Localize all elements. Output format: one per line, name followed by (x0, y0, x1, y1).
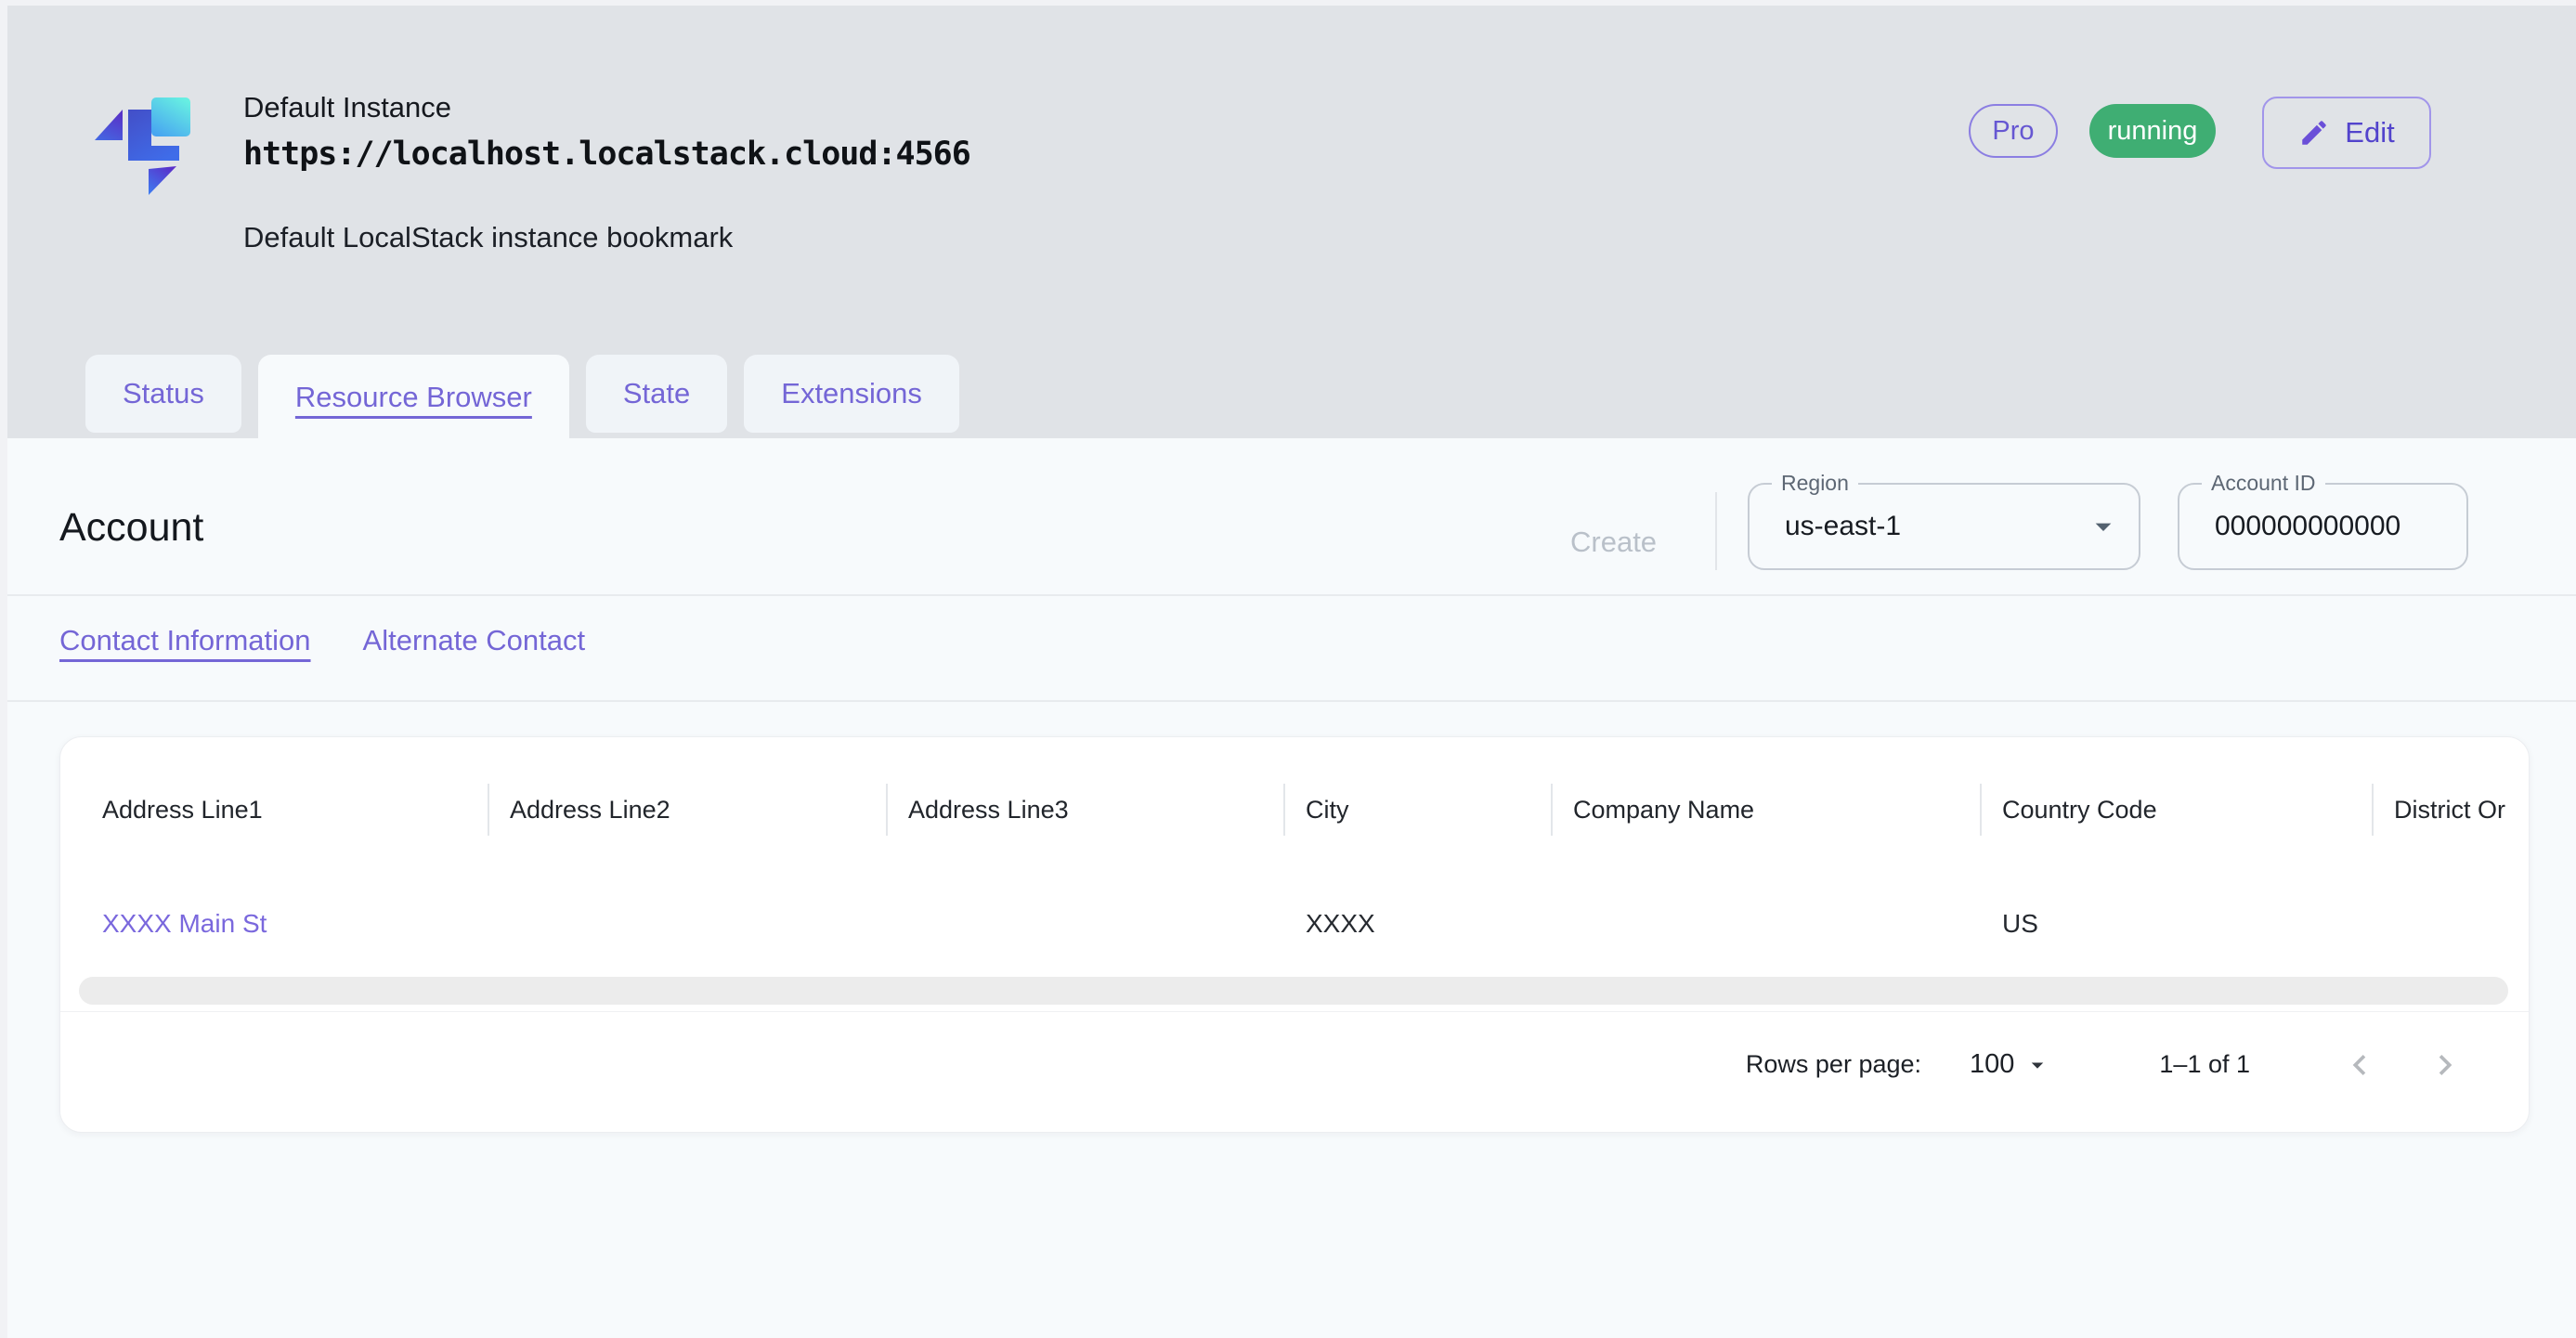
cell-country-code: US (1980, 895, 2372, 953)
column-separator (1283, 784, 1285, 836)
create-button[interactable]: Create (1570, 526, 1657, 559)
instance-description: Default LocalStack instance bookmark (243, 221, 733, 254)
chevron-right-icon (2425, 1045, 2465, 1085)
table-pagination: Rows per page: 100 1–1 of 1 (60, 1005, 2529, 1124)
region-select[interactable]: Region us-east-1 (1748, 483, 2140, 570)
column-separator (2372, 784, 2374, 836)
column-separator (488, 784, 489, 836)
column-header-district-or[interactable]: District Or (2372, 782, 2530, 838)
column-separator (1980, 784, 1982, 836)
contact-information-table-card: Address Line1 Address Line2 Address Line… (59, 736, 2530, 1133)
edit-button-label: Edit (2345, 116, 2394, 149)
toolbar-divider (1715, 492, 1717, 570)
edit-instance-button[interactable]: Edit (2262, 97, 2431, 169)
column-header-address-line3[interactable]: Address Line3 (886, 782, 1283, 838)
cell-city: XXXX (1283, 895, 1551, 953)
tab-resource-browser[interactable]: Resource Browser (258, 355, 569, 440)
account-id-field[interactable]: Account ID 000000000000 (2178, 483, 2468, 570)
subtab-alternate-contact[interactable]: Alternate Contact (363, 617, 586, 665)
column-header-address-line2[interactable]: Address Line2 (488, 782, 886, 838)
column-header-address-line1[interactable]: Address Line1 (60, 782, 488, 838)
rows-per-page-value: 100 (1970, 1049, 2014, 1080)
arrow-drop-down-icon (2023, 1051, 2051, 1079)
tab-status[interactable]: Status (85, 355, 241, 433)
localstack-instance-page: Default Instance https://localhost.local… (0, 0, 2576, 1338)
chevron-left-icon (2339, 1045, 2380, 1085)
cell-address-line1-link[interactable]: XXXX Main St (60, 895, 488, 953)
pro-badge: Pro (1969, 104, 2058, 158)
account-subtab-bar: Contact Information Alternate Contact (59, 617, 585, 665)
next-page-button[interactable] (2421, 1041, 2469, 1089)
cell-company-name (1551, 895, 1980, 953)
instance-tab-bar: Status Resource Browser State Extensions (85, 355, 959, 440)
column-header-country-code[interactable]: Country Code (1980, 782, 2372, 838)
status-badge: running (2089, 104, 2216, 158)
divider-subtabs (7, 700, 2576, 702)
rows-per-page-select[interactable]: 100 (1970, 1049, 2051, 1080)
arrow-drop-down-icon (2085, 508, 2122, 545)
column-header-company-name[interactable]: Company Name (1551, 782, 1980, 838)
tab-state[interactable]: State (586, 355, 727, 433)
cell-address-line2 (488, 895, 886, 953)
column-header-city[interactable]: City (1283, 782, 1551, 838)
tab-extensions[interactable]: Extensions (744, 355, 959, 433)
horizontal-scrollbar[interactable] (79, 977, 2508, 1005)
account-id-value: 000000000000 (2215, 485, 2400, 568)
instance-endpoint-url: https://localhost.localstack.cloud:4566 (243, 136, 970, 173)
pagination-range-label: 1–1 of 1 (2159, 1050, 2250, 1079)
localstack-logo-icon (88, 88, 218, 198)
column-separator (886, 784, 888, 836)
subtab-contact-information[interactable]: Contact Information (59, 617, 311, 665)
previous-page-button[interactable] (2335, 1041, 2384, 1089)
cell-address-line3 (886, 895, 1283, 953)
column-separator (1551, 784, 1553, 836)
pencil-icon (2298, 117, 2330, 149)
region-select-value: us-east-1 (1785, 485, 1901, 568)
instance-name: Default Instance (243, 91, 451, 124)
cell-district-or (2372, 895, 2530, 953)
divider-toolbar (7, 594, 2576, 596)
resource-page-title: Account (59, 505, 203, 551)
window-edge-top (0, 0, 2576, 6)
window-edge-left (0, 0, 7, 1338)
rows-per-page-label: Rows per page: (1746, 1050, 1921, 1079)
